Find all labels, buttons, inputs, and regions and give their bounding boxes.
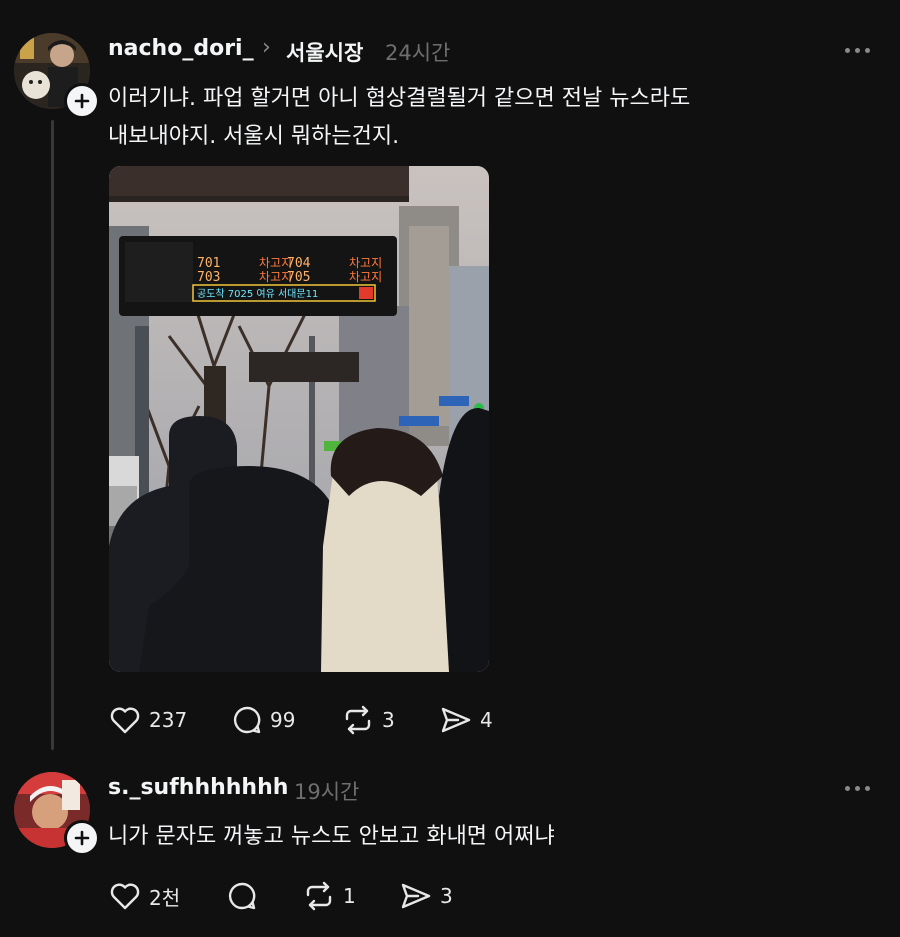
sign-route: 705 (287, 270, 310, 285)
comment-button[interactable]: 99 (232, 705, 295, 735)
share-count: 3 (440, 884, 453, 908)
share-icon (441, 707, 471, 733)
sign-route: 701 (197, 256, 220, 271)
sign-footer: 공도착 7025 여유 서대문11 (197, 288, 318, 300)
like-count: 237 (149, 708, 188, 732)
more-icon[interactable] (845, 48, 870, 53)
like-button[interactable]: 237 (109, 705, 187, 735)
repost-count: 3 (382, 708, 395, 732)
comment-icon (228, 882, 256, 910)
repost-count: 1 (343, 884, 356, 908)
share-button[interactable]: 4 (440, 705, 493, 735)
post-text-line: 내보내야지. 서울시 뭐하는건지. (108, 124, 400, 149)
reply-time: 19시간 (294, 780, 360, 804)
sign-route: 703 (197, 270, 220, 285)
comment-count: 99 (270, 708, 296, 732)
like-button[interactable]: 2천 (109, 881, 180, 911)
plus-icon (74, 830, 90, 846)
more-icon[interactable] (845, 786, 870, 791)
username[interactable]: nacho_dori_ (108, 36, 254, 61)
sign-route: 704 (287, 256, 311, 271)
follow-button[interactable] (64, 820, 100, 856)
sign-status: 차고지 (349, 256, 382, 270)
post-text: 이러기냐. 파업 할거면 아니 협상결렬될거 같으면 전날 뉴스라도 내보내야지… (108, 80, 690, 156)
comment-button[interactable] (227, 881, 265, 911)
repost-icon (306, 881, 332, 911)
post-text-line: 이러기냐. 파업 할거면 아니 협상결렬될거 같으면 전날 뉴스라도 (108, 86, 691, 111)
follow-button[interactable] (64, 83, 100, 119)
thread-line (51, 120, 54, 750)
chevron-right-icon: › (262, 35, 271, 60)
comment-icon (233, 706, 261, 734)
post-image[interactable]: 701 차고지 704 차고지 703 차고지 705 차고지 공도착 7025… (109, 166, 489, 672)
post-time: 24시간 (385, 41, 451, 65)
repost-button[interactable]: 3 (342, 705, 395, 735)
share-button[interactable]: 3 (400, 881, 453, 911)
plus-icon (74, 93, 90, 109)
repost-button[interactable]: 1 (303, 881, 356, 911)
like-count: 2천 (149, 885, 181, 910)
bus-stop-photo: 701 차고지 704 차고지 703 차고지 705 차고지 공도착 7025… (109, 166, 489, 672)
reply-text: 니가 문자도 꺼놓고 뉴스도 안보고 화내면 어쩌냐 (108, 824, 555, 849)
username[interactable]: s._sufhhhhhhh (108, 775, 288, 800)
share-count: 4 (480, 708, 493, 732)
repost-icon (345, 705, 371, 735)
heart-icon (110, 883, 140, 910)
sign-status: 차고지 (349, 270, 382, 284)
heart-icon (110, 707, 140, 734)
share-icon (401, 883, 431, 909)
topic-tag[interactable]: 서울시장 (286, 37, 363, 67)
